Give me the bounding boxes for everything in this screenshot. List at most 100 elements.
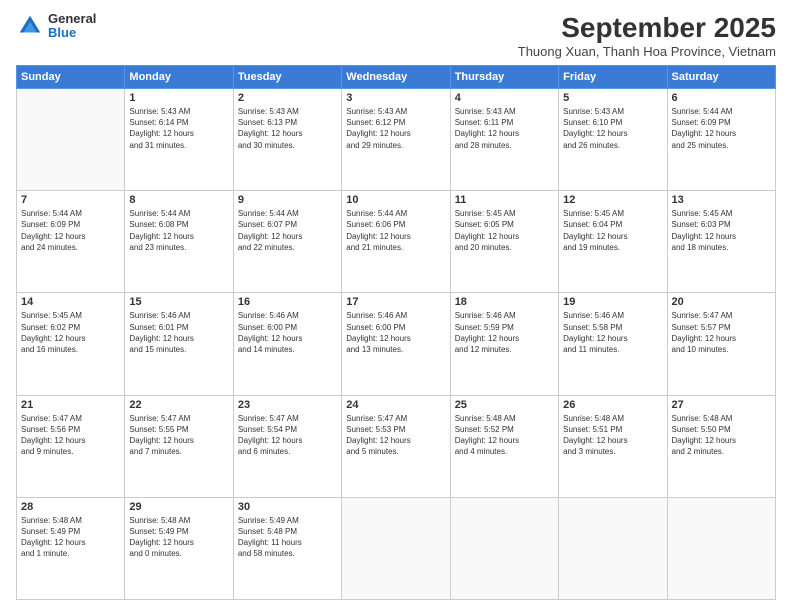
col-wednesday: Wednesday (342, 66, 450, 89)
day-info: Sunrise: 5:48 AM Sunset: 5:51 PM Dayligh… (563, 413, 662, 458)
day-info: Sunrise: 5:46 AM Sunset: 5:59 PM Dayligh… (455, 310, 554, 355)
day-number: 29 (129, 501, 228, 513)
day-info: Sunrise: 5:47 AM Sunset: 5:54 PM Dayligh… (238, 413, 337, 458)
day-number: 12 (563, 194, 662, 206)
calendar-cell: 23 Sunrise: 5:47 AM Sunset: 5:54 PM Dayli… (233, 395, 341, 497)
calendar-week-4: 21 Sunrise: 5:47 AM Sunset: 5:56 PM Dayli… (17, 395, 776, 497)
calendar-cell: 21 Sunrise: 5:47 AM Sunset: 5:56 PM Dayli… (17, 395, 125, 497)
calendar-week-3: 14 Sunrise: 5:45 AM Sunset: 6:02 PM Dayli… (17, 293, 776, 395)
day-info: Sunrise: 5:44 AM Sunset: 6:08 PM Dayligh… (129, 208, 228, 253)
col-sunday: Sunday (17, 66, 125, 89)
day-number: 26 (563, 399, 662, 411)
calendar-cell: 10 Sunrise: 5:44 AM Sunset: 6:06 PM Dayli… (342, 191, 450, 293)
day-info: Sunrise: 5:43 AM Sunset: 6:11 PM Dayligh… (455, 106, 554, 151)
logo-general-text: General (48, 12, 96, 26)
day-number: 30 (238, 501, 337, 513)
day-info: Sunrise: 5:43 AM Sunset: 6:12 PM Dayligh… (346, 106, 445, 151)
day-number: 11 (455, 194, 554, 206)
header-row: Sunday Monday Tuesday Wednesday Thursday… (17, 66, 776, 89)
day-info: Sunrise: 5:44 AM Sunset: 6:07 PM Dayligh… (238, 208, 337, 253)
calendar-cell: 3 Sunrise: 5:43 AM Sunset: 6:12 PM Daylig… (342, 89, 450, 191)
day-number: 7 (21, 194, 120, 206)
calendar-cell: 24 Sunrise: 5:47 AM Sunset: 5:53 PM Dayli… (342, 395, 450, 497)
day-info: Sunrise: 5:46 AM Sunset: 6:01 PM Dayligh… (129, 310, 228, 355)
day-number: 3 (346, 92, 445, 104)
calendar-cell (559, 497, 667, 599)
day-number: 17 (346, 296, 445, 308)
day-info: Sunrise: 5:46 AM Sunset: 5:58 PM Dayligh… (563, 310, 662, 355)
day-number: 14 (21, 296, 120, 308)
day-info: Sunrise: 5:45 AM Sunset: 6:05 PM Dayligh… (455, 208, 554, 253)
day-number: 15 (129, 296, 228, 308)
calendar-cell: 19 Sunrise: 5:46 AM Sunset: 5:58 PM Dayli… (559, 293, 667, 395)
col-thursday: Thursday (450, 66, 558, 89)
calendar-cell: 13 Sunrise: 5:45 AM Sunset: 6:03 PM Dayli… (667, 191, 775, 293)
calendar-cell: 20Sunrise: 5:47 AM Sunset: 5:57 PM Dayli… (667, 293, 775, 395)
day-number: 4 (455, 92, 554, 104)
calendar-week-1: 1 Sunrise: 5:43 AM Sunset: 6:14 PM Daylig… (17, 89, 776, 191)
calendar-cell (342, 497, 450, 599)
day-info: Sunrise: 5:47 AM Sunset: 5:56 PM Dayligh… (21, 413, 120, 458)
day-info: Sunrise: 5:43 AM Sunset: 6:14 PM Dayligh… (129, 106, 228, 151)
day-info: Sunrise: 5:47 AM Sunset: 5:57 PM Dayligh… (672, 310, 771, 355)
calendar-cell: 26 Sunrise: 5:48 AM Sunset: 5:51 PM Dayli… (559, 395, 667, 497)
day-info: Sunrise: 5:43 AM Sunset: 6:10 PM Dayligh… (563, 106, 662, 151)
calendar-cell: 22 Sunrise: 5:47 AM Sunset: 5:55 PM Dayli… (125, 395, 233, 497)
day-number: 5 (563, 92, 662, 104)
calendar-cell: 17 Sunrise: 5:46 AM Sunset: 6:00 PM Dayli… (342, 293, 450, 395)
day-info: Sunrise: 5:44 AM Sunset: 6:06 PM Dayligh… (346, 208, 445, 253)
day-number: 8 (129, 194, 228, 206)
day-info: Sunrise: 5:48 AM Sunset: 5:52 PM Dayligh… (455, 413, 554, 458)
day-number: 16 (238, 296, 337, 308)
day-info: Sunrise: 5:48 AM Sunset: 5:49 PM Dayligh… (129, 515, 228, 560)
calendar-cell: 5 Sunrise: 5:43 AM Sunset: 6:10 PM Daylig… (559, 89, 667, 191)
month-title: September 2025 (518, 12, 776, 44)
day-info: Sunrise: 5:48 AM Sunset: 5:50 PM Dayligh… (672, 413, 771, 458)
day-number: 9 (238, 194, 337, 206)
col-monday: Monday (125, 66, 233, 89)
calendar-cell: 2 Sunrise: 5:43 AM Sunset: 6:13 PM Daylig… (233, 89, 341, 191)
calendar-cell: 9 Sunrise: 5:44 AM Sunset: 6:07 PM Daylig… (233, 191, 341, 293)
day-number: 23 (238, 399, 337, 411)
day-number: 13 (672, 194, 771, 206)
col-tuesday: Tuesday (233, 66, 341, 89)
calendar-cell (450, 497, 558, 599)
day-number: 1 (129, 92, 228, 104)
calendar-cell: 8 Sunrise: 5:44 AM Sunset: 6:08 PM Daylig… (125, 191, 233, 293)
day-info: Sunrise: 5:45 AM Sunset: 6:02 PM Dayligh… (21, 310, 120, 355)
col-saturday: Saturday (667, 66, 775, 89)
calendar-week-2: 7Sunrise: 5:44 AM Sunset: 6:09 PM Daylig… (17, 191, 776, 293)
day-number: 22 (129, 399, 228, 411)
day-number: 27 (672, 399, 771, 411)
day-info: Sunrise: 5:46 AM Sunset: 6:00 PM Dayligh… (346, 310, 445, 355)
calendar-cell: 15 Sunrise: 5:46 AM Sunset: 6:01 PM Dayli… (125, 293, 233, 395)
calendar-cell: 1 Sunrise: 5:43 AM Sunset: 6:14 PM Daylig… (125, 89, 233, 191)
day-number: 10 (346, 194, 445, 206)
logo-blue-text: Blue (48, 26, 96, 40)
calendar-cell: 7Sunrise: 5:44 AM Sunset: 6:09 PM Daylig… (17, 191, 125, 293)
day-info: Sunrise: 5:43 AM Sunset: 6:13 PM Dayligh… (238, 106, 337, 151)
day-number: 2 (238, 92, 337, 104)
col-friday: Friday (559, 66, 667, 89)
day-number: 24 (346, 399, 445, 411)
calendar-cell (667, 497, 775, 599)
calendar-table: Sunday Monday Tuesday Wednesday Thursday… (16, 65, 776, 600)
calendar-cell: 14 Sunrise: 5:45 AM Sunset: 6:02 PM Dayli… (17, 293, 125, 395)
calendar-cell (17, 89, 125, 191)
calendar-cell: 30 Sunrise: 5:49 AM Sunset: 5:48 PM Dayli… (233, 497, 341, 599)
header: General Blue September 2025 Thuong Xuan,… (16, 12, 776, 59)
calendar-cell: 29 Sunrise: 5:48 AM Sunset: 5:49 PM Dayli… (125, 497, 233, 599)
day-info: Sunrise: 5:48 AM Sunset: 5:49 PM Dayligh… (21, 515, 120, 560)
day-number: 19 (563, 296, 662, 308)
day-number: 28 (21, 501, 120, 513)
calendar-week-5: 28 Sunrise: 5:48 AM Sunset: 5:49 PM Dayli… (17, 497, 776, 599)
page: General Blue September 2025 Thuong Xuan,… (0, 0, 792, 612)
calendar-cell: 25Sunrise: 5:48 AM Sunset: 5:52 PM Dayli… (450, 395, 558, 497)
day-info: Sunrise: 5:45 AM Sunset: 6:03 PM Dayligh… (672, 208, 771, 253)
calendar-cell: 11 Sunrise: 5:45 AM Sunset: 6:05 PM Dayli… (450, 191, 558, 293)
day-info: Sunrise: 5:47 AM Sunset: 5:53 PM Dayligh… (346, 413, 445, 458)
day-number: 21 (21, 399, 120, 411)
calendar-cell: 4 Sunrise: 5:43 AM Sunset: 6:11 PM Daylig… (450, 89, 558, 191)
day-info: Sunrise: 5:49 AM Sunset: 5:48 PM Dayligh… (238, 515, 337, 560)
day-info: Sunrise: 5:47 AM Sunset: 5:55 PM Dayligh… (129, 413, 228, 458)
